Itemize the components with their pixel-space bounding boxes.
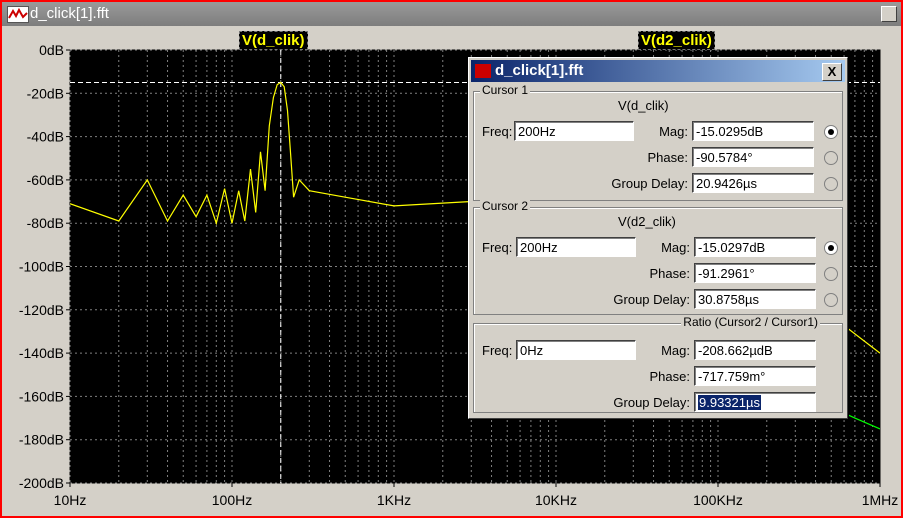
cursor-dialog: d_click[1].fft X Cursor 1 V(d_clik) Freq…	[468, 57, 848, 419]
cursor2-phase-field[interactable]: -91.2961°	[694, 263, 816, 283]
cursor2-phase-radio[interactable]	[824, 267, 838, 281]
cursor1-freq-input[interactable]: 200Hz	[514, 121, 634, 141]
cursor1-trace-name: V(d_clik)	[618, 98, 669, 113]
y-tick-label: -40dB	[27, 129, 64, 145]
cursor1-gd-field[interactable]: 20.9426µs	[692, 173, 814, 193]
ratio-freq-field[interactable]: 0Hz	[516, 340, 636, 360]
cursor2-freq-input[interactable]: 200Hz	[516, 237, 636, 257]
cursor2-gd-field[interactable]: 30.8758µs	[694, 289, 816, 309]
y-tick-label: -140dB	[19, 345, 64, 361]
x-tick-label: 1MHz	[862, 492, 899, 508]
cursor2-phase-label: Phase:	[649, 266, 690, 281]
x-tick-label: 10KHz	[535, 492, 577, 508]
cursor1-phase-radio[interactable]	[824, 151, 838, 165]
y-tick-label: -160dB	[19, 388, 64, 404]
y-tick-label: 0dB	[39, 42, 64, 58]
y-tick-label: -60dB	[27, 172, 64, 188]
y-tick-label: -180dB	[19, 432, 64, 448]
cursor2-gd-radio[interactable]	[824, 293, 838, 307]
cursor1-phase-field[interactable]: -90.5784°	[692, 147, 814, 167]
cursor1-freq-label: Freq:	[482, 124, 513, 139]
trace-label-d-clik[interactable]: V(d_clik)	[239, 31, 308, 50]
close-button[interactable]: X	[822, 63, 842, 81]
cursor2-mag-radio[interactable]	[824, 241, 838, 255]
dialog-title: d_click[1].fft	[495, 62, 584, 79]
ratio-phase-field[interactable]: -717.759m°	[694, 366, 816, 386]
ratio-group: Ratio (Cursor2 / Cursor1) Freq: 0Hz Mag:…	[473, 315, 843, 413]
cursor1-phase-label: Phase:	[647, 150, 688, 165]
ratio-freq-label: Freq:	[482, 343, 513, 358]
cursor2-trace-name: V(d2_clik)	[618, 214, 676, 229]
cursor2-legend: Cursor 2	[480, 199, 531, 213]
dialog-titlebar[interactable]: d_click[1].fft X	[471, 60, 845, 82]
window-title: d_click[1].fft	[30, 5, 109, 22]
ratio-mag-label: Mag:	[661, 343, 690, 358]
x-tick-label: 100KHz	[693, 492, 743, 508]
cursor1-group: Cursor 1 V(d_clik) Freq: 200Hz Mag: -15.…	[473, 83, 843, 201]
restore-button[interactable]	[881, 6, 897, 22]
waveform-icon	[7, 6, 29, 23]
y-tick-label: -20dB	[27, 85, 64, 101]
cursor1-gd-radio[interactable]	[824, 177, 838, 191]
cursor2-gd-label: Group Delay:	[613, 292, 690, 307]
ltspice-icon	[475, 64, 491, 78]
cursor1-legend: Cursor 1	[480, 83, 531, 97]
cursor1-mag-label: Mag:	[659, 124, 688, 139]
ratio-gd-field[interactable]: 9.93321µs	[694, 392, 816, 412]
cursor2-mag-label: Mag:	[661, 240, 690, 255]
x-tick-label: 100Hz	[212, 492, 252, 508]
cursor2-freq-label: Freq:	[482, 240, 513, 255]
x-tick-label: 10Hz	[54, 492, 87, 508]
cursor2-group: Cursor 2 V(d2_clik) Freq: 200Hz Mag: -15…	[473, 199, 843, 315]
ratio-phase-label: Phase:	[649, 369, 690, 384]
cursor2-mag-field[interactable]: -15.0297dB	[694, 237, 816, 257]
x-tick-label: 1KHz	[377, 492, 411, 508]
trace-label-d2-clik[interactable]: V(d2_clik)	[638, 31, 715, 50]
ratio-gd-label: Group Delay:	[613, 395, 690, 410]
y-tick-label: -200dB	[19, 475, 64, 491]
cursor1-mag-radio[interactable]	[824, 125, 838, 139]
ratio-legend: Ratio (Cursor2 / Cursor1)	[681, 315, 820, 329]
y-tick-label: -120dB	[19, 302, 64, 318]
ratio-mag-field[interactable]: -208.662µdB	[694, 340, 816, 360]
cursor1-mag-field[interactable]: -15.0295dB	[692, 121, 814, 141]
y-tick-label: -80dB	[27, 215, 64, 231]
ratio-gd-selected-text: 9.93321µs	[698, 395, 761, 410]
window-titlebar[interactable]: d_click[1].fft	[2, 2, 901, 26]
y-tick-label: -100dB	[19, 259, 64, 275]
cursor1-gd-label: Group Delay:	[611, 176, 688, 191]
